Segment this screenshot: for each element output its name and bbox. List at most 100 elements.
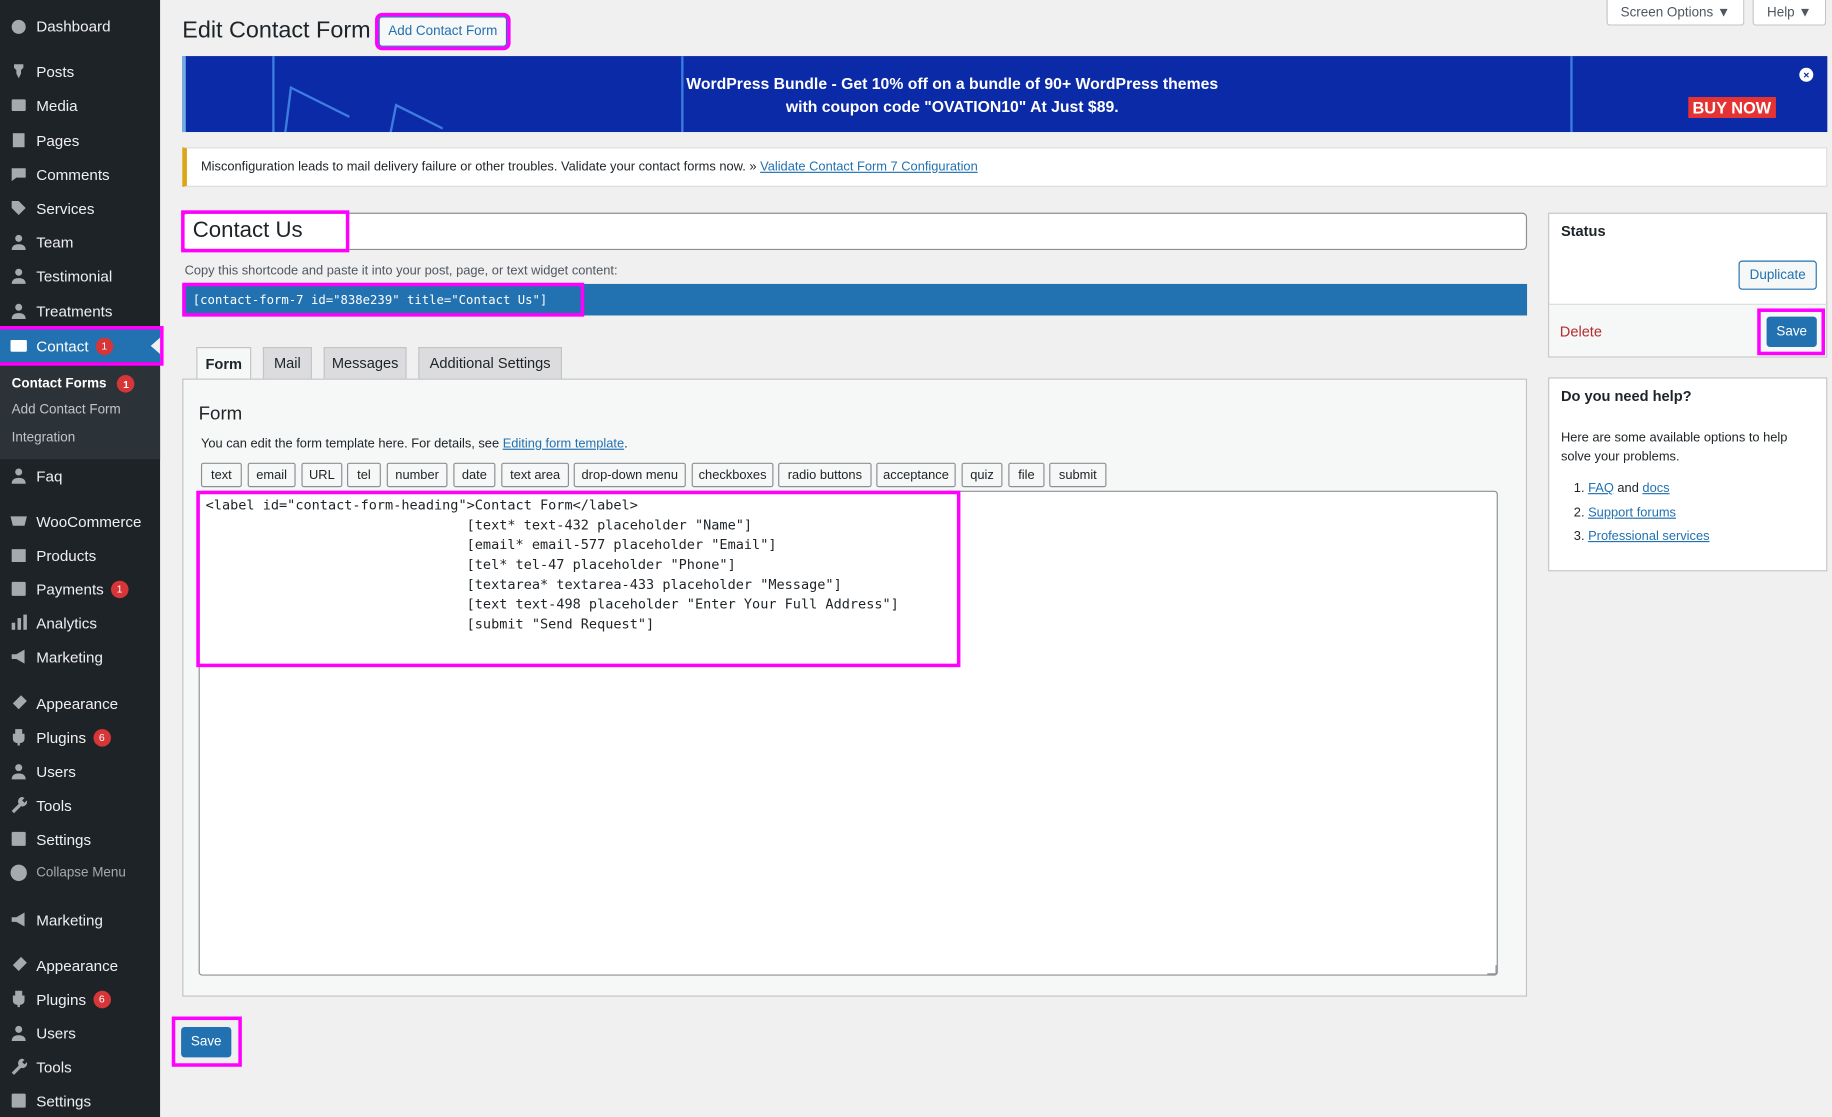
brush-icon [9,956,28,975]
sidebar-item-appearance[interactable]: Appearance [0,687,160,720]
pin-icon [9,62,28,81]
tag-button-number[interactable]: number [386,462,448,488]
close-icon[interactable]: × [1799,67,1814,82]
sidebar-item-media[interactable]: Media [0,89,160,122]
sidebar-item-label: Team [36,233,74,251]
tag-button-date[interactable]: date [453,462,496,488]
tag-button-radio[interactable]: radio buttons [778,462,872,488]
tag-button-checkboxes[interactable]: checkboxes [691,462,774,488]
megaphone-icon [9,647,28,666]
sidebar-item-users[interactable]: Users [0,1017,160,1050]
sidebar-item-products[interactable]: Products [0,539,160,572]
sidebar-item-label: Dashboard [36,16,111,35]
user-icon [9,466,28,485]
notice-text: Misconfiguration leads to mail delivery … [200,160,757,175]
sidebar-item-label: Comments [36,165,110,183]
duplicate-button[interactable]: Duplicate [1738,260,1817,290]
sidebar-item-plugins[interactable]: Plugins 6 [0,983,160,1016]
docs-link[interactable]: docs [1642,481,1669,495]
tag-button-dropdown[interactable]: drop-down menu [573,462,686,488]
form-heading: Form [198,404,243,425]
sidebar-item-dashboard[interactable]: Dashboard [0,9,160,42]
tag-button-url[interactable]: URL [301,462,343,488]
help-description: Here are some available options to help … [1560,431,1788,464]
sidebar-item-marketing[interactable]: Marketing [0,903,160,936]
tag-button-tel[interactable]: tel [347,462,381,488]
professional-services-link[interactable]: Professional services [1588,529,1709,543]
sidebar-item-label: Pages [36,131,80,149]
collapse-icon [9,863,28,882]
sidebar-item-settings[interactable]: Settings [0,823,160,856]
validate-config-link[interactable]: Validate Contact Form 7 Configuration [760,160,978,174]
sidebar-item-contact[interactable]: Contact 1 [0,325,164,366]
sidebar-item-pages[interactable]: Pages [0,124,160,157]
tag-button-submit[interactable]: submit [1049,462,1107,488]
comment-icon [9,165,28,184]
sidebar-item-tools[interactable]: Tools [0,1050,160,1083]
sidebar-item-label: Collapse Menu [36,865,126,880]
faq-link[interactable]: FAQ [1588,481,1614,495]
config-notice: Misconfiguration leads to mail delivery … [182,147,1828,187]
sidebar-item-plugins[interactable]: Plugins 6 [0,721,160,754]
sidebar-item-label: Tools [36,1057,72,1076]
resize-handle-icon[interactable] [1487,965,1497,975]
buy-now-button[interactable]: BUY NOW [1687,96,1776,119]
count-badge: 1 [117,375,135,393]
count-badge: 1 [110,580,129,598]
sidebar-item-users[interactable]: Users [0,755,160,788]
sidebar-item-testimonial[interactable]: Testimonial [0,259,160,292]
sidebar-item-analytics[interactable]: Analytics [0,606,160,639]
sidebar-item-posts[interactable]: Posts [0,55,160,88]
tag-button-quiz[interactable]: quiz [961,462,1003,488]
tab-form[interactable]: Form [196,347,252,380]
editing-form-template-link[interactable]: Editing form template [503,437,624,451]
sidebar-item-label: Appearance [36,956,119,974]
megaphone-icon [9,910,28,929]
sidebar-item-appearance[interactable]: Appearance [0,949,160,982]
sidebar-item-label: Settings [36,830,92,848]
sidebar-item-services[interactable]: Services [0,192,160,225]
sidebar-item-label: Media [36,96,78,114]
submenu-add-contact-form[interactable]: Add Contact Form [12,403,121,417]
promo-banner[interactable]: WordPress Bundle - Get 10% off on a bund… [182,56,1828,133]
count-badge: 6 [93,728,111,747]
sidebar-item-label: Appearance [36,694,119,713]
sidebar-item-marketing[interactable]: Marketing [0,640,160,673]
sidebar-item-comments[interactable]: Comments [0,158,160,191]
wrench-icon [9,1057,28,1076]
screen-options-button[interactable]: Screen Options ▼ [1606,0,1745,26]
plugin-icon [9,728,28,747]
add-contact-form-button[interactable]: Add Contact Form [375,12,511,51]
tag-button-email[interactable]: email [247,462,296,488]
media-icon [9,96,28,115]
help-title: Do you need help? [1560,387,1692,405]
user-icon [9,1024,28,1043]
contact-submenu: Contact Forms 1 Add Contact Form Integra… [0,365,161,460]
sidebar-item-tools[interactable]: Tools [0,789,160,822]
promo-line-2: with coupon code "OVATION10" At Just $89… [785,98,1119,116]
tag-button-text[interactable]: text [200,462,242,488]
submenu-integration[interactable]: Integration [12,431,76,445]
sidebar-item-team[interactable]: Team [0,226,160,259]
submenu-contact-forms[interactable]: Contact Forms 1 [12,375,135,393]
sidebar-item-faq[interactable]: Faq [0,459,160,492]
sidebar-item-treatments[interactable]: Treatments [0,294,160,327]
tab-mail[interactable]: Mail [262,347,312,379]
tag-button-textarea[interactable]: text area [501,462,569,488]
tag-button-acceptance[interactable]: acceptance [876,462,956,488]
plugin-icon [9,990,28,1009]
delete-link[interactable]: Delete [1560,324,1602,340]
tab-messages[interactable]: Messages [323,347,407,379]
sidebar-item-collapse-menu[interactable]: Collapse Menu [0,856,160,889]
submenu-label: Contact Forms [11,376,107,391]
count-badge: 6 [93,990,111,1008]
tab-additional-settings[interactable]: Additional Settings [418,347,562,379]
form-title-input[interactable]: Contact Us [182,212,1528,251]
form-hint-suffix: . [624,436,628,452]
sidebar-item-woocommerce[interactable]: WooCommerce [0,505,160,538]
sidebar-item-settings[interactable]: Settings [0,1084,160,1117]
sidebar-item-payments[interactable]: Payments 1 [0,573,160,606]
help-button[interactable]: Help ▼ [1752,0,1827,26]
tag-button-file[interactable]: file [1008,462,1045,488]
support-forums-link[interactable]: Support forums [1588,506,1676,520]
